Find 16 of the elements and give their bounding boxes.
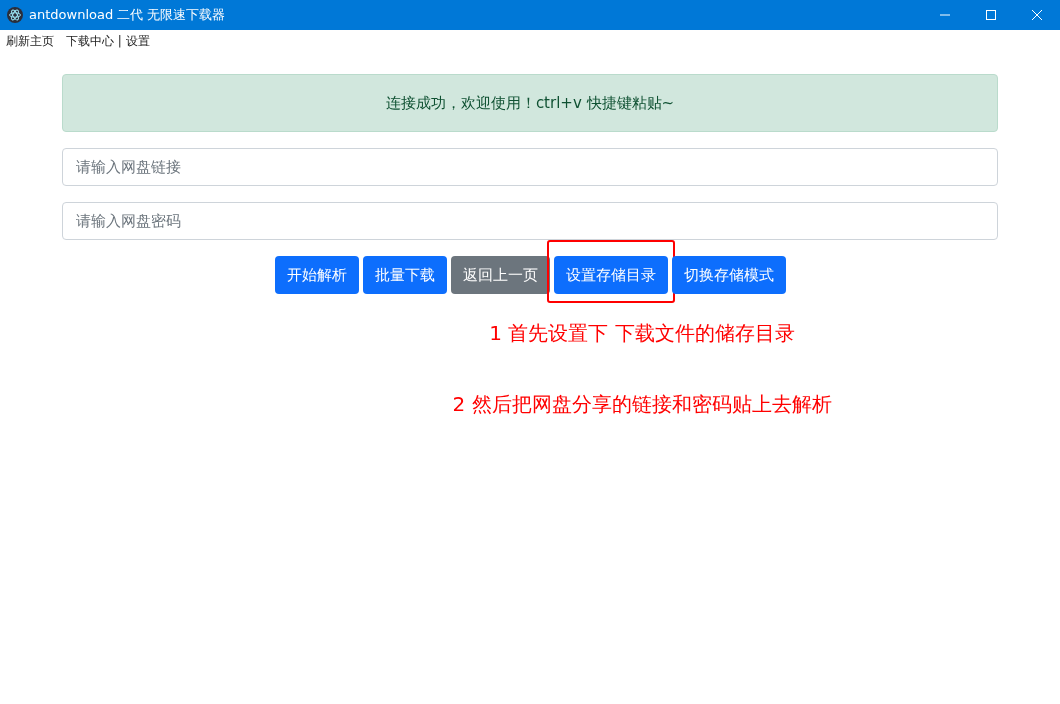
instruction-note: 1 首先设置下 下载文件的储存目录: [489, 320, 795, 347]
input-field[interactable]: 请输入网盘密码: [62, 202, 998, 240]
atom-icon: [7, 7, 23, 23]
input-field[interactable]: 请输入网盘链接: [62, 148, 998, 186]
action-button[interactable]: 开始解析: [274, 256, 359, 294]
action-button[interactable]: 返回上一页: [450, 256, 550, 294]
action-button[interactable]: 设置存储目录: [553, 256, 668, 294]
action-button[interactable]: 批量下载: [362, 256, 447, 294]
menu-item[interactable]: 刷新主页: [6, 32, 54, 50]
menu-item[interactable]: 下载中心 | 设置: [66, 32, 150, 50]
action-button[interactable]: 切换存储模式: [671, 256, 786, 294]
window-title: antdownload 二代 无限速下载器: [29, 6, 227, 24]
success-alert: 连接成功，欢迎使用！ctrl+v 快捷键粘贴~: [62, 74, 998, 132]
close-icon: [1032, 10, 1042, 20]
instruction-note: 2 然后把网盘分享的链接和密码贴上去解析: [452, 391, 832, 418]
maximize-icon: [986, 10, 996, 20]
